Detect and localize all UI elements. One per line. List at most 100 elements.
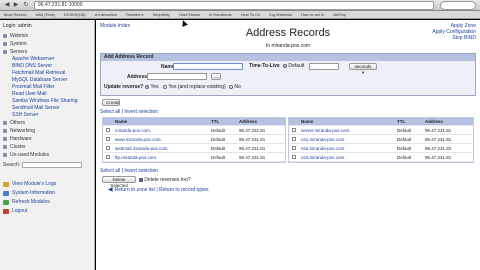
folder-icon [3, 129, 7, 133]
bookmarks-bar: Most Recent sNA (Teks) DCIWS(HA) A Inter… [0, 11, 480, 19]
browse-button[interactable]: ... [211, 73, 221, 80]
invert-selection-link[interactable]: Invert selection [124, 109, 158, 115]
sidebar-item-webmin[interactable]: Webmin [0, 32, 94, 40]
folder-icon [3, 137, 7, 141]
radio-icon [145, 84, 149, 89]
return-zone-link[interactable]: Return to zone list [115, 187, 155, 193]
system-info-link[interactable]: System Information [0, 189, 94, 198]
sidebar-link-samba[interactable]: Samba Windows File Sharing [0, 98, 94, 105]
update-replace-option[interactable]: Yes (and replace existing) [163, 84, 226, 90]
create-button[interactable]: Create [102, 99, 120, 106]
sidebar-item-others[interactable]: Others [0, 119, 94, 127]
page-subtitle: In miranda-pos.com [265, 43, 311, 49]
select-all-link[interactable]: Select all [100, 168, 120, 174]
row-checkbox[interactable] [106, 146, 110, 150]
table-row: ns1.miranda-pos.com. Default 96.47.231.81 [289, 135, 473, 144]
ttl-unit-select[interactable]: seconds ▾ [349, 63, 377, 75]
bookmark-item[interactable]: Simplicity [149, 11, 174, 18]
sidebar-item-unused[interactable]: Un-used Modules [0, 151, 94, 159]
folder-open-icon [3, 50, 7, 54]
invert-selection-link[interactable]: Invert selection [124, 168, 158, 174]
row-checkbox[interactable] [106, 128, 110, 132]
bookmark-item[interactable]: Host Stocks [175, 11, 204, 18]
row-checkbox[interactable] [292, 137, 296, 141]
radio-icon [229, 84, 233, 89]
forward-icon[interactable]: ▶ [12, 2, 20, 9]
back-arrow-icon: ◀ [108, 187, 113, 193]
delete-selected-button[interactable]: Delete Selected [102, 176, 136, 188]
refresh-modules-link[interactable]: Refresh Modules [0, 198, 94, 207]
bookmark-item[interactable]: How to set in [297, 11, 328, 18]
bookmark-item[interactable]: in Handbook [205, 11, 235, 18]
sidebar-item-servers[interactable]: Servers [0, 48, 94, 56]
reload-icon[interactable]: ↻ [22, 2, 30, 9]
browser-toolbar: ◀ ▶ ↻ 96.47.231.81:10000 [0, 0, 480, 11]
view-logs-link[interactable]: View Module's Logs [0, 180, 94, 189]
sidebar-link-mysql[interactable]: MySQL Database Server [0, 77, 94, 84]
select-links-top: Select all | Invert selection [100, 109, 159, 115]
sidebar-link-procmail[interactable]: Procmail Mail Filter [0, 84, 94, 91]
bookmark-item[interactable]: Ing Webhost [265, 11, 295, 18]
row-checkbox[interactable] [292, 146, 296, 150]
sidebar-link-bind[interactable]: BIND DNS Server [0, 63, 94, 70]
records-table-right: Name TTL Address server.miranda-pos.com.… [288, 117, 474, 163]
bookmark-item[interactable]: A Interaction [91, 11, 121, 18]
refresh-icon [3, 200, 9, 205]
sidebar-item-cluster[interactable]: Cluster [0, 143, 94, 151]
table-header: Name TTL Address [289, 118, 473, 126]
update-reverse-label: Update reverse? [104, 84, 144, 90]
bookmark-item[interactable]: DCIWS(HA) [60, 11, 90, 18]
table-row: webmail.miranda-pos.com. Default 96.47.231… [103, 144, 285, 153]
back-icon[interactable]: ◀ [3, 2, 11, 9]
browser-window: ◀ ▶ ↻ 96.47.231.81:10000 Most Recent sNA… [0, 0, 480, 270]
main-content: Module Index Apply Zone Apply Configurat… [96, 20, 480, 270]
sidebar-search: Search: [3, 161, 91, 168]
info-icon [3, 191, 9, 196]
row-checkbox[interactable] [106, 155, 110, 159]
search-label: Search: [3, 161, 21, 168]
radio-icon [283, 63, 287, 68]
ttl-input[interactable] [309, 63, 339, 70]
row-checkbox[interactable] [106, 137, 110, 141]
return-types-link[interactable]: Return to record types [159, 187, 208, 193]
browser-search-input[interactable] [440, 1, 476, 10]
bookmark-item[interactable]: NetTop [329, 11, 350, 18]
search-input[interactable] [22, 161, 83, 168]
select-all-link[interactable]: Select all [100, 109, 120, 115]
sidebar-link-fetchmail[interactable]: Fetchmail Mail Retrieval [0, 70, 94, 77]
row-checkbox[interactable] [292, 155, 296, 159]
name-input[interactable] [173, 63, 243, 70]
records-table-left: Name TTL Address miranda-pos.com. Default… [102, 117, 286, 163]
delete-reverse-option[interactable]: Delete reverses too? [139, 177, 191, 183]
folder-icon [3, 121, 7, 125]
sidebar-item-networking[interactable]: Networking [0, 127, 94, 135]
row-checkbox[interactable] [292, 128, 296, 132]
folder-icon [3, 153, 7, 157]
update-no-option[interactable]: No [229, 84, 241, 90]
sidebar-item-hardware[interactable]: Hardware [0, 135, 94, 143]
address-input[interactable] [147, 73, 207, 80]
table-row: ftp.miranda-pos.com. Default 96.47.231.81 [103, 153, 285, 162]
table-row: ns2.miranda-pos.com. Default 96.47.231.81 [289, 144, 473, 153]
sidebar-link-apache[interactable]: Apache Webserver [0, 56, 94, 63]
sidebar-item-system[interactable]: System [0, 40, 94, 48]
ttl-default-option[interactable]: Default [283, 63, 304, 69]
folder-icon [3, 145, 7, 149]
logout-link[interactable]: Logout [0, 207, 94, 216]
bookmark-item[interactable]: Reseller's [122, 11, 147, 18]
add-record-form: Add Address Record Name Time-To-Live Def… [100, 53, 476, 96]
sidebar-link-read-mail[interactable]: Read User Mail [0, 91, 94, 98]
checkbox-icon [139, 177, 143, 182]
bookmark-item[interactable]: How To Cri [237, 11, 265, 18]
bookmark-item[interactable]: sNA (Teks) [32, 11, 59, 18]
table-header: Name TTL Address [103, 118, 285, 126]
table-row: server.miranda-pos.com. Default 96.47.231.… [289, 126, 473, 135]
select-links-bottom: Select all | Invert selection [100, 168, 159, 174]
sidebar-link-ssh[interactable]: SSH Server [0, 112, 94, 119]
page-title: Address Records [245, 27, 331, 39]
update-yes-option[interactable]: Yes [145, 84, 158, 90]
bookmark-item[interactable]: Most Recent [0, 11, 30, 18]
sidebar-link-sendmail[interactable]: Sendmail Mail Server [0, 105, 94, 112]
address-bar[interactable]: 96.47.231.81:10000 [34, 1, 434, 10]
table-row: miranda-pos.com. Default 96.47.231.81 [103, 126, 285, 135]
